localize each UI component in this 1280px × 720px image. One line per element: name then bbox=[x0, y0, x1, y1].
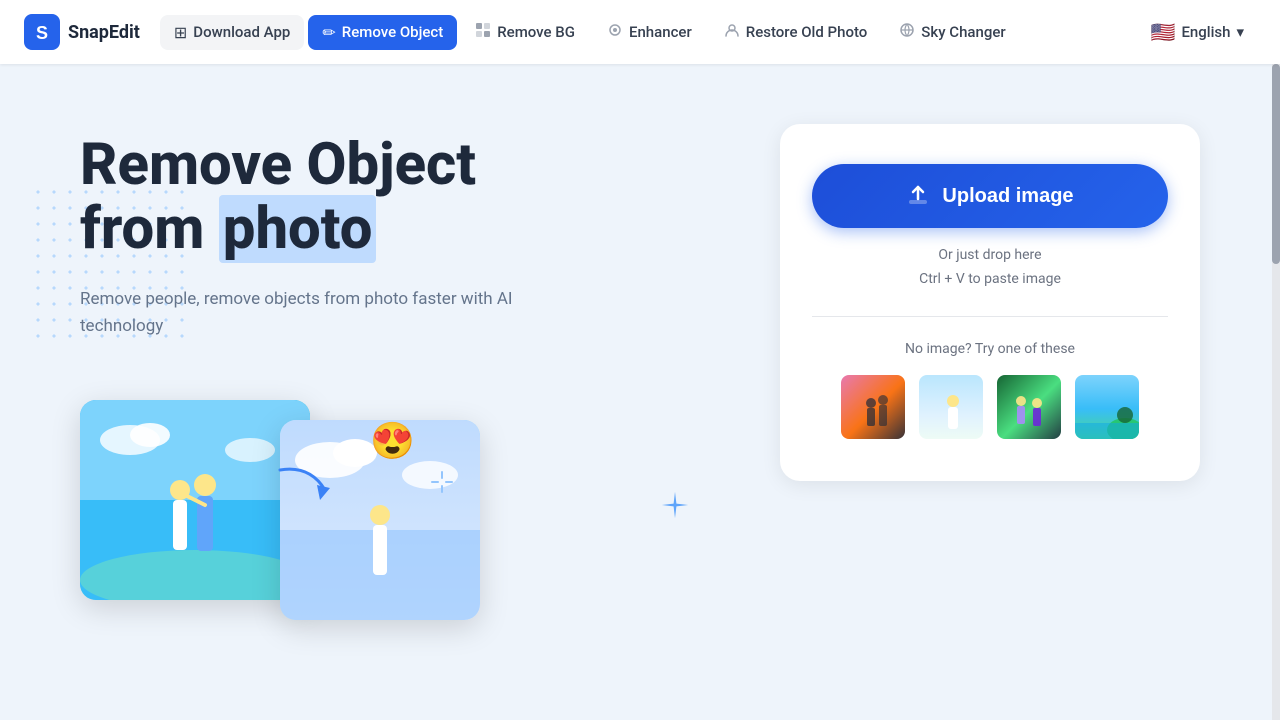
nav-item-sky-changer-label: Sky Changer bbox=[921, 23, 1005, 41]
main-content: Remove Object from photo Remove people, … bbox=[0, 64, 1280, 720]
restore-icon bbox=[724, 22, 740, 42]
language-selector[interactable]: 🇺🇸 English ▾ bbox=[1139, 12, 1256, 52]
remove-object-icon: ✏ bbox=[322, 23, 335, 42]
logo-text: SnapEdit bbox=[68, 22, 140, 43]
sparkle-svg bbox=[660, 490, 690, 520]
language-label: English bbox=[1181, 23, 1230, 41]
nav-item-restore[interactable]: Restore Old Photo bbox=[710, 14, 882, 50]
sky-changer-icon bbox=[899, 22, 915, 42]
nav-item-restore-label: Restore Old Photo bbox=[746, 23, 868, 41]
upload-card: Upload image Or just drop here Ctrl + V … bbox=[780, 124, 1200, 481]
nav-item-download-app[interactable]: ⊞ Download App bbox=[160, 15, 304, 50]
nav-item-sky-changer[interactable]: Sky Changer bbox=[885, 14, 1019, 50]
sparkle-lines-svg bbox=[430, 470, 454, 494]
try-label: No image? Try one of these bbox=[905, 341, 1075, 357]
enhancer-icon bbox=[607, 22, 623, 42]
title-line1: Remove Object bbox=[80, 131, 476, 199]
nav-item-remove-object[interactable]: ✏ Remove Object bbox=[308, 15, 457, 50]
header: S SnapEdit ⊞ Download App ✏ Remove Objec… bbox=[0, 0, 1280, 64]
divider bbox=[812, 316, 1168, 317]
hero-subtitle: Remove people, remove objects from photo… bbox=[80, 286, 580, 340]
nav-item-remove-bg-label: Remove BG bbox=[497, 23, 575, 41]
hint-line1: Or just drop here bbox=[938, 247, 1041, 263]
upload-hint: Or just drop here Ctrl + V to paste imag… bbox=[919, 244, 1061, 292]
main-nav: ⊞ Download App ✏ Remove Object Remove BG bbox=[160, 14, 1131, 50]
nav-item-remove-object-label: Remove Object bbox=[342, 23, 443, 41]
sample-image-4[interactable] bbox=[1073, 373, 1141, 441]
sparkle-lines-decoration bbox=[430, 470, 454, 498]
logo[interactable]: S SnapEdit bbox=[24, 14, 140, 50]
download-app-icon: ⊞ bbox=[174, 23, 187, 42]
sample-1-svg bbox=[841, 375, 907, 441]
nav-item-remove-bg[interactable]: Remove BG bbox=[461, 14, 589, 50]
sample-3-svg bbox=[997, 375, 1063, 441]
sample-image-1[interactable] bbox=[839, 373, 907, 441]
remove-bg-icon bbox=[475, 22, 491, 42]
preview-area: 😍 bbox=[80, 400, 740, 620]
hero-section: Remove Object from photo Remove people, … bbox=[80, 124, 740, 680]
hero-title: Remove Object from photo bbox=[80, 134, 740, 262]
sample-4-svg bbox=[1075, 375, 1141, 441]
svg-text:S: S bbox=[36, 23, 48, 43]
upload-image-label: Upload image bbox=[942, 185, 1073, 208]
sample-image-2[interactable] bbox=[917, 373, 985, 441]
emoji-decoration: 😍 bbox=[370, 420, 415, 462]
upload-icon bbox=[906, 184, 930, 208]
nav-item-enhancer-label: Enhancer bbox=[629, 23, 692, 41]
title-from: from bbox=[80, 195, 219, 263]
nav-item-download-app-label: Download App bbox=[193, 23, 290, 41]
upload-panel: Upload image Or just drop here Ctrl + V … bbox=[780, 124, 1200, 680]
sample-2-svg bbox=[919, 375, 985, 441]
sample-image-3[interactable] bbox=[995, 373, 1063, 441]
hint-line2: Ctrl + V to paste image bbox=[919, 271, 1061, 287]
arrow-decoration bbox=[275, 460, 335, 520]
sample-images bbox=[839, 373, 1141, 441]
chevron-down-icon: ▾ bbox=[1236, 23, 1244, 41]
upload-image-button[interactable]: Upload image bbox=[812, 164, 1168, 228]
scrollbar-thumb[interactable] bbox=[1272, 64, 1280, 264]
scrollbar[interactable] bbox=[1272, 64, 1280, 720]
nav-item-enhancer[interactable]: Enhancer bbox=[593, 14, 706, 50]
arrow-svg bbox=[275, 460, 335, 510]
flag-icon: 🇺🇸 bbox=[1151, 20, 1176, 44]
title-line2: from photo bbox=[80, 195, 376, 263]
title-highlight: photo bbox=[219, 195, 377, 263]
logo-icon: S bbox=[24, 14, 60, 50]
sparkle-decoration bbox=[660, 490, 690, 524]
